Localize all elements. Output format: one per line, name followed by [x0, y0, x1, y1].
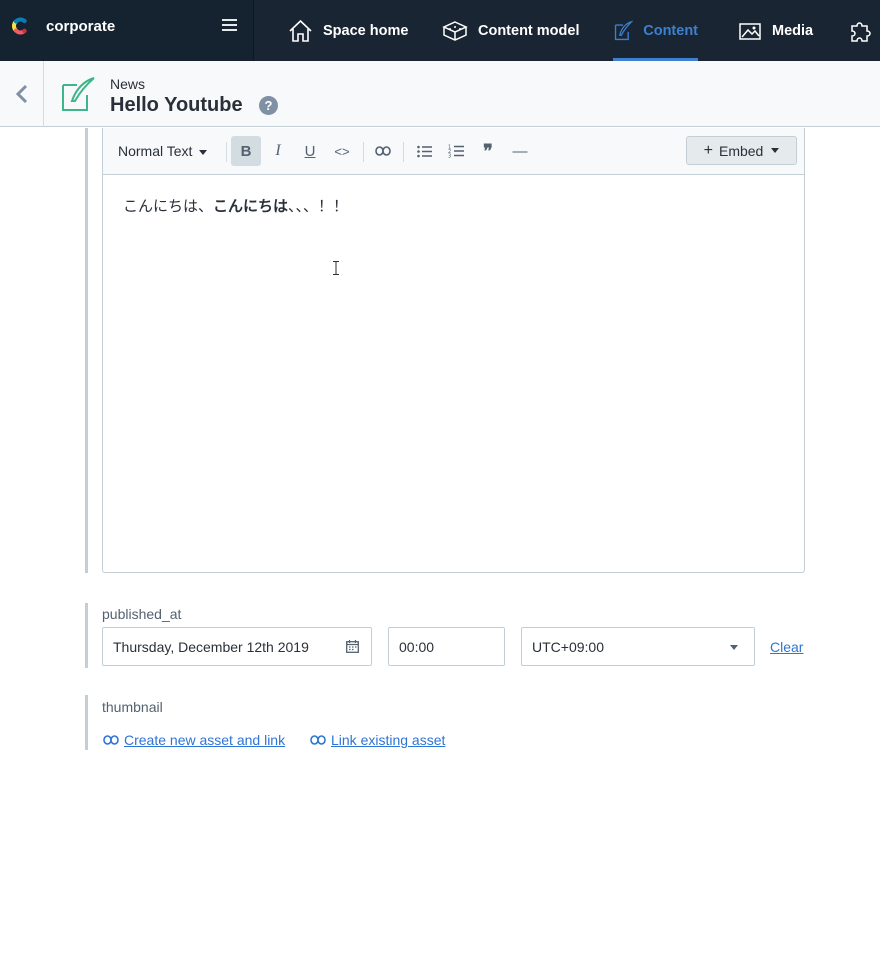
editor-content[interactable]: こんにちは、こんにちは、、、！！ [123, 195, 348, 216]
content-type-icon [62, 77, 95, 111]
clear-link[interactable]: Clear [770, 639, 803, 655]
field-bar [85, 603, 88, 668]
calendar-icon [346, 640, 359, 653]
media-icon [739, 22, 761, 40]
published-at-label: published_at [102, 606, 182, 622]
date-value: Thursday, December 12th 2019 [113, 638, 309, 655]
nav-content-label: Content [643, 22, 698, 39]
back-button[interactable] [0, 61, 44, 127]
plus-icon: + [703, 141, 713, 159]
editor-text-bold: こんにちは [213, 198, 289, 215]
thumbnail-label: thumbnail [102, 699, 163, 715]
underline-button[interactable]: U [295, 136, 325, 166]
nav-media[interactable]: Media [738, 0, 813, 61]
timezone-value: UTC+09:00 [532, 638, 604, 655]
menu-icon[interactable] [222, 19, 237, 33]
space-switcher[interactable]: corporate [0, 0, 254, 61]
content-type-name: News [110, 76, 146, 92]
create-asset-label: Create new asset and link [124, 732, 286, 748]
nav-apps[interactable] [848, 0, 880, 61]
link-existing-asset-link[interactable]: Link existing asset [310, 732, 445, 748]
chevron-down-icon [199, 149, 208, 155]
horizontal-rule-button[interactable]: — [505, 136, 535, 166]
entry-header: News Hello Youtube ? [0, 61, 880, 127]
entry-title: Hello Youtube [110, 94, 243, 116]
editor-text-plain: こんにちは、 [123, 198, 214, 215]
bulleted-list-button[interactable] [409, 136, 439, 166]
nav-space-home-label: Space home [323, 22, 409, 39]
text-cursor-icon [333, 261, 339, 275]
nav-media-label: Media [772, 22, 814, 39]
space-name: corporate [46, 18, 116, 35]
nav-content-model-label: Content model [478, 22, 580, 39]
code-button[interactable]: <> [327, 136, 357, 166]
create-asset-link[interactable]: Create new asset and link [103, 732, 285, 748]
field-focus-bar [85, 128, 88, 573]
home-icon [289, 19, 312, 42]
bold-button[interactable]: B [231, 136, 261, 166]
nav-content-model[interactable]: Content model [442, 0, 580, 61]
italic-button[interactable]: I [263, 136, 293, 166]
help-icon[interactable]: ? [259, 96, 278, 115]
embed-button-label: Embed [718, 142, 764, 159]
top-navigation: corporate Space home Content model Conte… [0, 0, 880, 61]
contentful-logo-icon [12, 17, 27, 35]
numbered-list-button[interactable]: 123 [441, 136, 471, 166]
link-existing-asset-label: Link existing asset [331, 732, 446, 748]
link-icon [103, 735, 119, 745]
text-format-dropdown[interactable]: Normal Text [118, 143, 208, 159]
toolbar-divider [403, 142, 404, 162]
nav-content[interactable]: Content [613, 0, 698, 61]
rich-text-editor[interactable]: Normal Text B I U <> 123 ❞ — + Embed こんに… [102, 128, 805, 573]
numbered-list-icon: 123 [448, 145, 464, 159]
embed-button[interactable]: + Embed [686, 136, 797, 165]
text-format-label: Normal Text [118, 143, 193, 159]
link-button[interactable] [368, 136, 398, 166]
rich-text-toolbar: Normal Text B I U <> 123 ❞ — + Embed [103, 128, 804, 175]
link-icon [375, 146, 391, 156]
chevron-down-icon [771, 148, 780, 153]
editor-text-tail: 、、、！！ [288, 198, 349, 215]
timezone-select[interactable]: UTC+09:00 [521, 627, 755, 666]
puzzle-icon [851, 21, 871, 42]
content-icon [614, 20, 634, 40]
content-model-icon [442, 20, 468, 41]
time-value: 00:00 [399, 638, 435, 655]
bulleted-list-icon [416, 145, 432, 157]
link-icon [310, 735, 326, 745]
time-input[interactable]: 00:00 [388, 627, 505, 666]
quote-button[interactable]: ❞ [473, 136, 503, 166]
chevron-down-icon [730, 645, 738, 650]
toolbar-divider [363, 142, 364, 162]
field-bar [85, 695, 88, 750]
date-input[interactable]: Thursday, December 12th 2019 [102, 627, 372, 666]
svg-text:3: 3 [448, 154, 451, 159]
nav-space-home[interactable]: Space home [288, 0, 408, 61]
chevron-left-icon [15, 84, 27, 104]
toolbar-divider [226, 142, 227, 162]
